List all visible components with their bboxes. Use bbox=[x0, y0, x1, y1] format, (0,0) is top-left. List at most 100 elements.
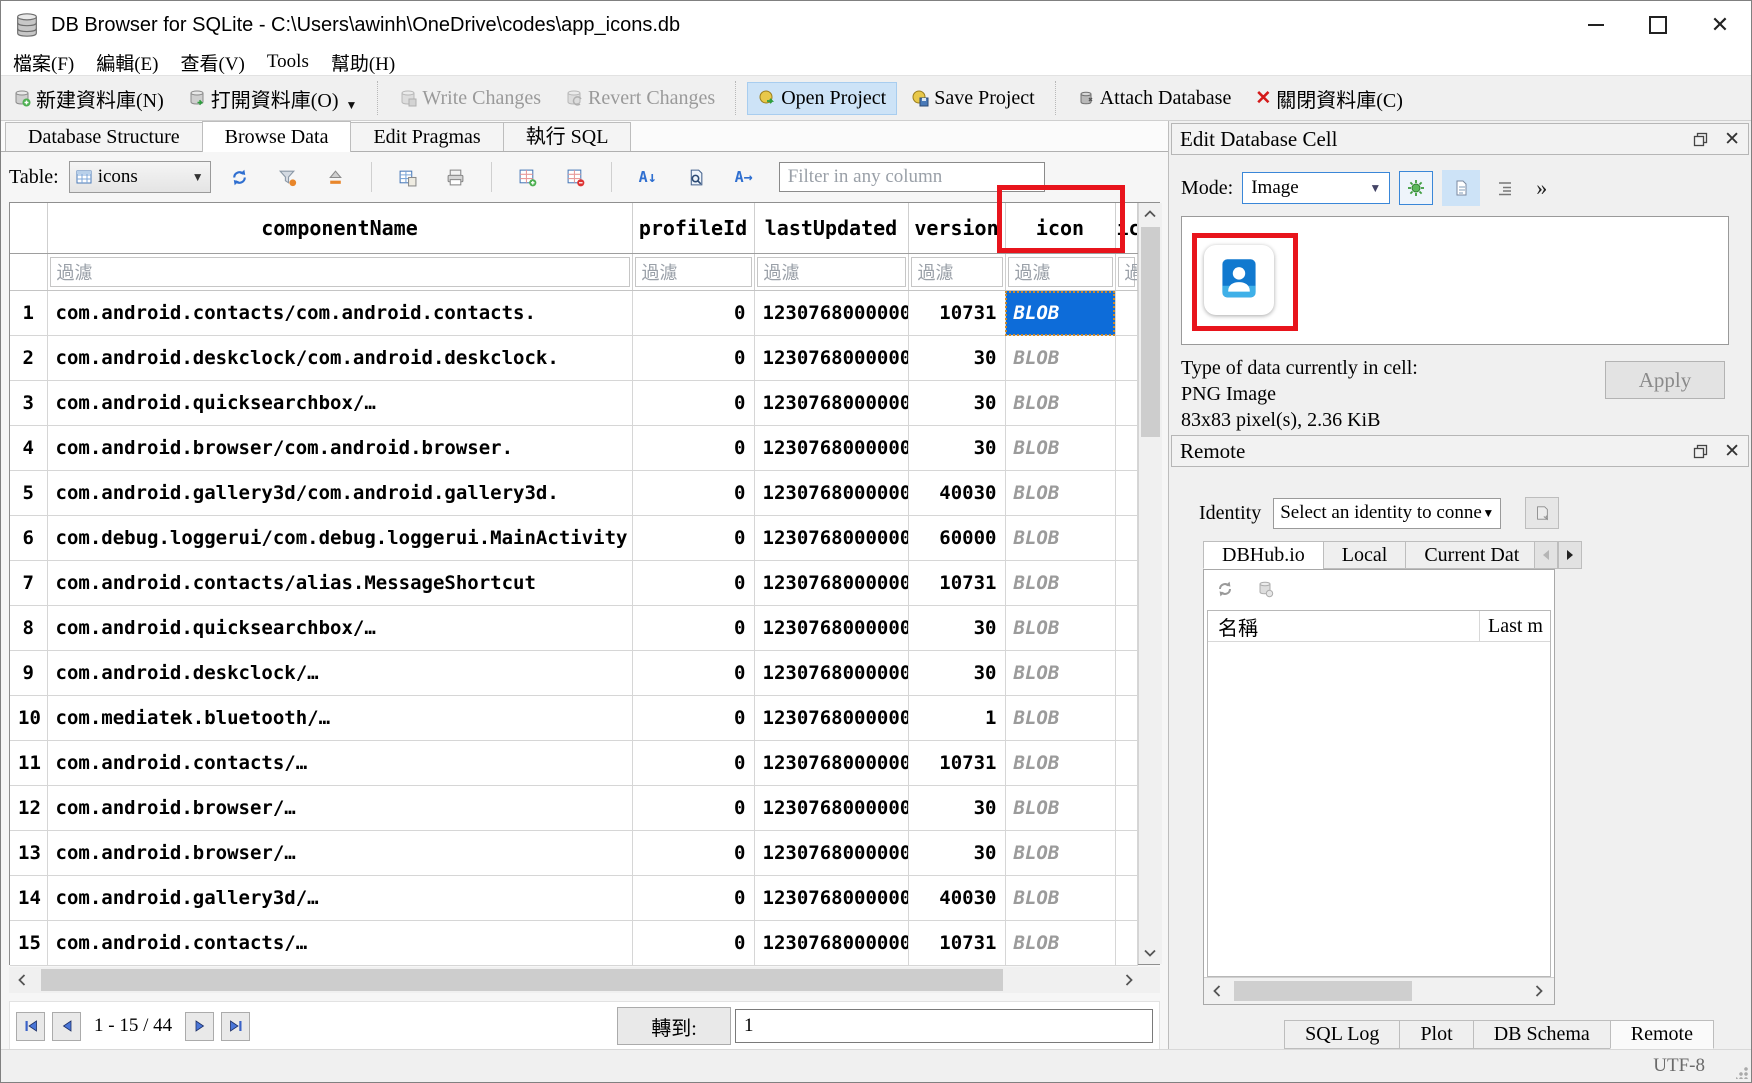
scroll-right-icon[interactable] bbox=[1116, 967, 1142, 993]
cell-lastUpdated[interactable]: 1230768000000 bbox=[754, 696, 908, 741]
first-record-button[interactable] bbox=[16, 1012, 45, 1041]
row-number[interactable]: 2 bbox=[10, 336, 47, 381]
cell-version[interactable]: 30 bbox=[908, 426, 1005, 471]
clear-filters-icon[interactable] bbox=[278, 167, 298, 187]
print-icon[interactable] bbox=[446, 167, 466, 187]
cell-componentName[interactable]: com.android.gallery3d/… bbox=[47, 876, 632, 921]
tab-remote[interactable]: Remote bbox=[1610, 1020, 1714, 1049]
cell-profileId[interactable]: 0 bbox=[632, 921, 754, 966]
filter-any-column-input[interactable] bbox=[779, 162, 1045, 192]
cell-componentName[interactable]: com.android.browser/… bbox=[47, 786, 632, 831]
remote-horizontal-scrollbar[interactable] bbox=[1204, 977, 1554, 1004]
cell-icon[interactable]: BLOB bbox=[1005, 606, 1115, 651]
cell-componentName[interactable]: com.android.contacts/alias.MessageShortc… bbox=[47, 561, 632, 606]
cell-componentName[interactable]: com.android.deskclock/com.android.deskcl… bbox=[47, 336, 632, 381]
column-filter-input[interactable]: 過濾 bbox=[635, 257, 752, 287]
open-database-button[interactable]: 打開資料庫(O) ▼ bbox=[178, 80, 368, 117]
row-number[interactable]: 11 bbox=[10, 741, 47, 786]
row-number[interactable]: 15 bbox=[10, 921, 47, 966]
row-number[interactable]: 7 bbox=[10, 561, 47, 606]
column-header-clipped[interactable]: ic bbox=[1115, 203, 1137, 254]
cell-version[interactable]: 40030 bbox=[908, 876, 1005, 921]
cell-profileId[interactable]: 0 bbox=[632, 471, 754, 516]
cell-componentName[interactable]: com.android.quicksearchbox/… bbox=[47, 606, 632, 651]
resize-grip[interactable] bbox=[1736, 1067, 1748, 1079]
cell-version[interactable]: 30 bbox=[908, 831, 1005, 876]
cell-icon[interactable]: BLOB bbox=[1005, 696, 1115, 741]
identity-certificate-button[interactable] bbox=[1525, 497, 1559, 529]
cell-version[interactable]: 40030 bbox=[908, 471, 1005, 516]
cell-lastUpdated[interactable]: 1230768000000 bbox=[754, 741, 908, 786]
cell-profileId[interactable]: 0 bbox=[632, 291, 754, 336]
cell-lastUpdated[interactable]: 1230768000000 bbox=[754, 831, 908, 876]
cell-profileId[interactable]: 0 bbox=[632, 336, 754, 381]
cell-lastUpdated[interactable]: 1230768000000 bbox=[754, 786, 908, 831]
cell-icon[interactable]: BLOB bbox=[1005, 426, 1115, 471]
cell-version[interactable]: 10731 bbox=[908, 561, 1005, 606]
cell-profileId[interactable]: 0 bbox=[632, 696, 754, 741]
attach-database-button[interactable]: Attach Database bbox=[1067, 83, 1242, 114]
tab-sql-log[interactable]: SQL Log bbox=[1284, 1020, 1400, 1049]
cell-componentName[interactable]: com.android.gallery3d/com.android.galler… bbox=[47, 471, 632, 516]
horizontal-scrollbar[interactable] bbox=[9, 967, 1160, 993]
tab-local[interactable]: Local bbox=[1323, 541, 1407, 569]
text-view-button[interactable] bbox=[1442, 170, 1480, 206]
goto-record-button[interactable]: 轉到: bbox=[617, 1007, 731, 1045]
new-record-icon[interactable] bbox=[518, 167, 538, 187]
goto-record-input[interactable] bbox=[735, 1009, 1153, 1043]
cell-lastUpdated[interactable]: 1230768000000 bbox=[754, 561, 908, 606]
save-filter-icon[interactable] bbox=[326, 167, 346, 187]
cell-version[interactable]: 10731 bbox=[908, 921, 1005, 966]
row-number[interactable]: 10 bbox=[10, 696, 47, 741]
cell-componentName[interactable]: com.debug.loggerui/com.debug.loggerui.Ma… bbox=[47, 516, 632, 561]
last-record-button[interactable] bbox=[221, 1012, 250, 1041]
cell-icon[interactable]: BLOB bbox=[1005, 561, 1115, 606]
name-column-header[interactable]: 名稱 bbox=[1208, 611, 1479, 641]
column-filter-input[interactable]: 過濾 bbox=[911, 257, 1003, 287]
menu-help[interactable]: 幫助(H) bbox=[331, 49, 395, 76]
cell-version[interactable]: 30 bbox=[908, 381, 1005, 426]
cell-lastUpdated[interactable]: 1230768000000 bbox=[754, 876, 908, 921]
cell-lastUpdated[interactable]: 1230768000000 bbox=[754, 921, 908, 966]
refresh-table-icon[interactable] bbox=[230, 167, 250, 187]
maximize-button[interactable] bbox=[1627, 1, 1689, 49]
cell-lastUpdated[interactable]: 1230768000000 bbox=[754, 651, 908, 696]
cell-componentName[interactable]: com.mediatek.bluetooth/… bbox=[47, 696, 632, 741]
import-data-button[interactable] bbox=[1399, 171, 1433, 205]
cell-profileId[interactable]: 0 bbox=[632, 516, 754, 561]
column-filter-input[interactable]: 過濾 bbox=[1118, 257, 1135, 287]
cell-version[interactable]: 1 bbox=[908, 696, 1005, 741]
row-number[interactable]: 4 bbox=[10, 426, 47, 471]
menu-view[interactable]: 查看(V) bbox=[181, 49, 245, 76]
menu-tools[interactable]: Tools bbox=[267, 51, 309, 73]
cell-profileId[interactable]: 0 bbox=[632, 426, 754, 471]
tab-browse-data[interactable]: Browse Data bbox=[202, 121, 352, 152]
cell-icon[interactable]: BLOB bbox=[1005, 831, 1115, 876]
cell-profileId[interactable]: 0 bbox=[632, 786, 754, 831]
row-number[interactable]: 12 bbox=[10, 786, 47, 831]
corner-header[interactable] bbox=[10, 203, 47, 254]
identity-select[interactable]: Select an identity to conne ▼ bbox=[1273, 498, 1501, 529]
menu-edit[interactable]: 編輯(E) bbox=[96, 49, 158, 76]
new-database-button[interactable]: 新建資料庫(N) bbox=[3, 80, 174, 117]
cell-version[interactable]: 30 bbox=[908, 606, 1005, 651]
column-header-componentName[interactable]: componentName bbox=[47, 203, 632, 254]
cell-lastUpdated[interactable]: 1230768000000 bbox=[754, 291, 908, 336]
cell-icon[interactable]: BLOB bbox=[1005, 741, 1115, 786]
scroll-down-icon[interactable] bbox=[1139, 942, 1162, 964]
close-dock-icon[interactable]: ✕ bbox=[1724, 440, 1740, 463]
tab-edit-pragmas[interactable]: Edit Pragmas bbox=[350, 122, 503, 151]
row-number[interactable]: 5 bbox=[10, 471, 47, 516]
cell-componentName[interactable]: com.android.browser/com.android.browser. bbox=[47, 426, 632, 471]
column-header-lastUpdated[interactable]: lastUpdated bbox=[754, 203, 908, 254]
close-database-button[interactable]: ✕ 關閉資料庫(C) bbox=[1245, 80, 1413, 117]
column-header-icon[interactable]: icon bbox=[1005, 203, 1115, 254]
scrollbar-thumb[interactable] bbox=[41, 969, 1003, 991]
cell-icon[interactable]: BLOB bbox=[1005, 471, 1115, 516]
cell-version[interactable]: 30 bbox=[908, 336, 1005, 381]
cell-componentName[interactable]: com.android.deskclock/… bbox=[47, 651, 632, 696]
cell-componentName[interactable]: com.android.browser/… bbox=[47, 831, 632, 876]
cell-profileId[interactable]: 0 bbox=[632, 741, 754, 786]
vertical-scrollbar[interactable] bbox=[1138, 203, 1162, 964]
cell-lastUpdated[interactable]: 1230768000000 bbox=[754, 516, 908, 561]
